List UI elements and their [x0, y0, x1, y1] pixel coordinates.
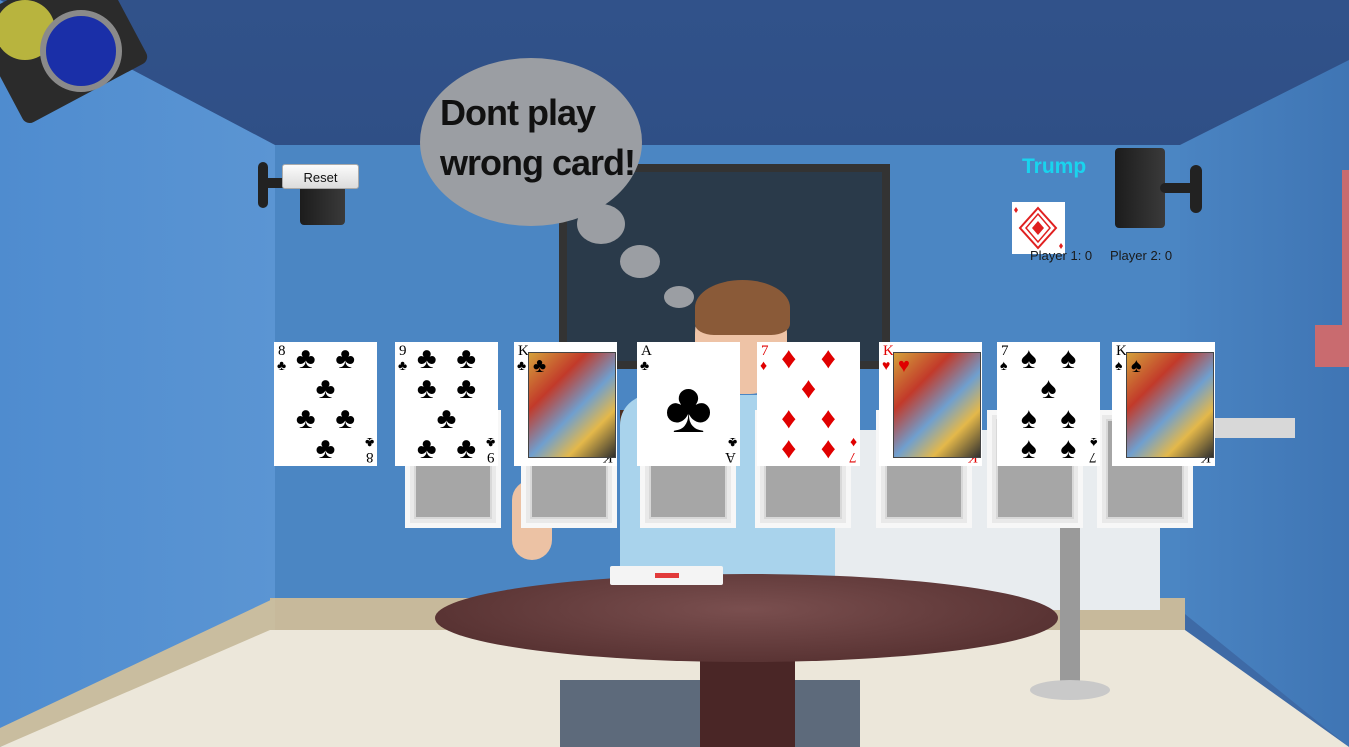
card-pip-icon: ♠ [1020, 342, 1037, 375]
card-suit-icon-bottom: ♣ [364, 435, 374, 451]
card-suit-icon: ♣ [277, 357, 287, 373]
card-pip-icon: ♠ [1060, 432, 1077, 465]
speaker-mount-left [258, 162, 268, 208]
card-pip-icon: ♣ [335, 464, 355, 467]
trump-diamond-icon [1014, 206, 1063, 250]
card-suit-icon-bottom: ♣ [485, 435, 495, 451]
card-rank-bottom: A [725, 449, 736, 465]
player1-score: Player 1: 0 [1030, 248, 1093, 263]
card-face-art: ♠ [1126, 352, 1214, 458]
played-card [610, 566, 723, 585]
hand-card[interactable]: 9♣9♣♣♣♣♣♣♣♣♣♣ [395, 342, 498, 466]
card-pip-icon: ♦ [820, 402, 836, 435]
opponent-hair [695, 280, 790, 335]
card-pips: ♦ ♦ ♦ ♦ ♦ ♦ ♦ [769, 344, 848, 464]
card-rank-bottom: 7 [1088, 449, 1097, 465]
card-pip-icon: ♦ [781, 342, 797, 375]
card-pip-icon: ♣ [295, 402, 316, 435]
card-pip-icon: ♠ [1060, 342, 1077, 375]
card-pips: ♣♣♣♣♣♣♣♣ [286, 342, 365, 467]
card-pip-icon: ♣ [456, 432, 477, 465]
card-rank-bottom: 7 [848, 449, 857, 465]
hand-card[interactable]: 7 ♠ 7 ♠ ♠ ♠ ♠ ♠ ♠ ♠ ♠ [997, 342, 1100, 466]
card-pip-icon: ♦ [820, 432, 836, 465]
bubble-line-2: wrong card! [440, 142, 636, 183]
card-pip-icon: ♠ [1020, 402, 1037, 435]
card-pip-icon: ♠ [1060, 402, 1077, 435]
speaker-right [1115, 148, 1165, 228]
card-pip-icon: ♣ [417, 464, 437, 467]
card-pip-icon: ♣ [416, 342, 437, 375]
reset-button[interactable]: Reset [282, 164, 359, 189]
wall-shelf [1315, 325, 1349, 367]
card-pip-icon: ♣ [416, 372, 437, 405]
card-pip-icon: ♣ [456, 342, 477, 375]
card-suit-icon: ♠ [1000, 357, 1008, 373]
card-face-art: ♥ [893, 352, 981, 458]
bubble-line-1: Dont play [440, 92, 596, 133]
card-rank-bottom: 9 [486, 449, 495, 465]
card-suit-icon: ♣ [640, 357, 650, 373]
card-suit-icon: ♦ [760, 357, 768, 373]
card-pip-icon: ♣ [335, 342, 356, 375]
card-pip-icon: ♣ [335, 402, 356, 435]
wall-frame [1342, 170, 1349, 335]
hand-card[interactable]: K♥K♥♥ [879, 342, 982, 466]
card-pip-icon: ♦ [781, 402, 797, 435]
hand-card[interactable]: K♣K♣♣ [514, 342, 617, 466]
card-pips: ♣♣♣♣♣♣♣♣♣ [407, 342, 486, 467]
player2-score: Player 2: 0 [1110, 248, 1173, 263]
bubble-dot-small [664, 286, 694, 308]
speaker-mount-right [1190, 165, 1202, 213]
card-pip-icon: ♣ [315, 432, 336, 465]
game-table [435, 574, 1058, 662]
hand-card[interactable]: 8♣8♣♣♣♣♣♣♣♣♣ [274, 342, 377, 466]
trump-card [1012, 202, 1065, 254]
card-face-suit-icon: ♣ [533, 355, 547, 377]
card-pip-icon: ♣ [416, 432, 437, 465]
card-pip-icon: ♠ [1020, 432, 1037, 465]
card-face-suit-icon: ♠ [1131, 355, 1142, 377]
played-card-mark [655, 573, 679, 578]
card-pip-icon: ♣ [315, 372, 336, 405]
stool-pole [1060, 510, 1080, 690]
card-pip-icon: ♣ [295, 342, 316, 375]
card-pip-icon: ♣ [456, 464, 476, 467]
card-pip-icon: ♦ [800, 372, 817, 405]
hand-card[interactable]: A ♣ A ♣ ♣ [637, 342, 740, 466]
card-face-art: ♣ [528, 352, 616, 458]
card-suit-icon-bottom: ♦ [849, 435, 857, 451]
lamp-blue-light [40, 10, 122, 92]
card-pips: ♠ ♠ ♠ ♠ ♠ ♠ ♠ [1009, 344, 1088, 464]
bubble-dot-medium [620, 245, 660, 278]
card-suit-icon: ♣ [517, 357, 527, 373]
card-pip-icon: ♦ [820, 342, 836, 375]
card-pip-icon: ♣ [436, 402, 457, 435]
card-suit-icon: ♠ [1115, 357, 1123, 373]
card-pip-icon: ♣ [456, 372, 477, 405]
thought-bubble-text: Dont play wrong card! [440, 88, 636, 188]
card-pip-icon: ♦ [781, 432, 797, 465]
card-suit-icon: ♣ [398, 357, 408, 373]
card-face-suit-icon: ♥ [898, 355, 910, 377]
hand-card[interactable]: K♠K♠♠ [1112, 342, 1215, 466]
stool-base [1030, 680, 1110, 700]
trump-label: Trump [1022, 155, 1087, 178]
card-suit-icon-bottom: ♠ [1089, 435, 1097, 451]
hand-card[interactable]: 7 ♦ 7 ♦ ♦ ♦ ♦ ♦ ♦ ♦ ♦ [757, 342, 860, 466]
card-center-suit-icon: ♣ [664, 368, 713, 448]
card-pip-icon: ♠ [1040, 372, 1057, 405]
card-rank-bottom: 8 [365, 449, 374, 465]
card-pip-icon: ♣ [296, 464, 316, 467]
card-suit-icon: ♥ [882, 357, 891, 373]
